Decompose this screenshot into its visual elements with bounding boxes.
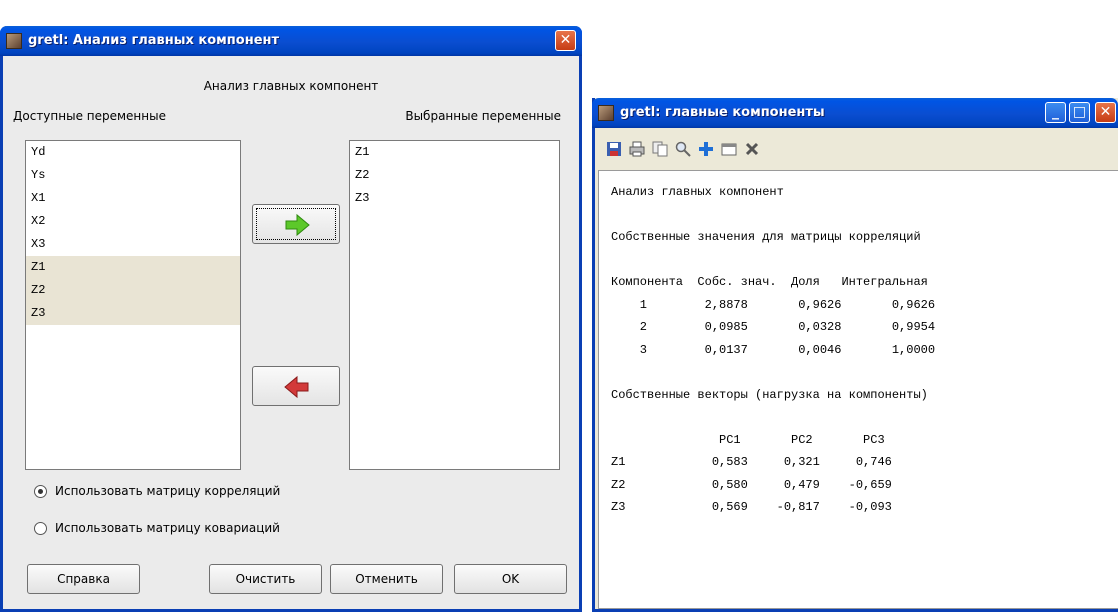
selected-item[interactable]: Z3 [350, 187, 559, 210]
add-variable-button[interactable] [252, 204, 340, 244]
find-icon[interactable] [674, 140, 692, 158]
output-line: Z1 0,583 0,321 0,746 [611, 455, 892, 469]
selected-variables-list[interactable]: Z1 Z2 Z3 [349, 140, 560, 470]
available-item[interactable]: Yd [26, 141, 240, 164]
arrow-right-icon [285, 213, 310, 237]
output-line: 2 0,0985 0,0328 0,9954 [611, 320, 936, 334]
output-line: 3 0,0137 0,0046 1,0000 [611, 342, 936, 357]
clear-button[interactable]: Очистить [209, 564, 322, 594]
help-button[interactable]: Справка [27, 564, 140, 594]
output-line: Компонента Собс. знач. Доля Интегральная [611, 275, 928, 289]
radio-covariance[interactable] [34, 522, 47, 535]
output-line: Z2 0,580 0,479 -0,659 [611, 477, 892, 492]
remove-variable-button[interactable] [252, 366, 340, 406]
close-icon[interactable]: ✕ [555, 30, 576, 51]
available-item[interactable]: X2 [26, 210, 240, 233]
radio-correlation[interactable] [34, 485, 47, 498]
cancel-button[interactable]: Отменить [330, 564, 443, 594]
gretl-app-icon [6, 33, 22, 49]
selected-item[interactable]: Z2 [350, 164, 559, 187]
add-icon[interactable] [697, 140, 715, 158]
output-title: gretl: главные компоненты [620, 105, 825, 120]
save-icon[interactable] [605, 140, 623, 158]
selected-label: Выбранные переменные [405, 109, 561, 123]
available-item[interactable]: Z2 [26, 279, 240, 302]
dialog-title: gretl: Анализ главных компонент [28, 33, 280, 48]
available-variables-list[interactable]: Yd Ys X1 X2 X3 Z1 Z2 Z3 [25, 140, 241, 470]
print-icon[interactable] [628, 140, 646, 158]
output-titlebar[interactable]: gretl: главные компоненты _ □ ✕ [592, 98, 1118, 128]
pca-dialog: gretl: Анализ главных компонент ✕ Анализ… [0, 26, 582, 612]
radio-correlation-label[interactable]: Использовать матрицу корреляций [55, 484, 280, 498]
maximize-icon[interactable]: □ [1069, 102, 1090, 123]
available-item[interactable]: X3 [26, 233, 240, 256]
minimize-icon[interactable]: _ [1045, 102, 1066, 123]
output-line: Собственные векторы (нагрузка на компоне… [611, 387, 928, 402]
gretl-app-icon [598, 105, 614, 121]
pca-output-window: gretl: главные компоненты _ □ ✕ Анализ г… [592, 98, 1118, 612]
available-label: Доступные переменные [13, 109, 166, 123]
available-item[interactable]: X1 [26, 187, 240, 210]
dialog-heading: Анализ главных компонент [203, 79, 379, 93]
output-line: Анализ главных компонент [611, 185, 784, 199]
output-line: Z3 0,569 -0,817 -0,093 [611, 500, 892, 514]
close-icon[interactable] [743, 140, 761, 158]
ok-button[interactable]: OK [454, 564, 567, 594]
window-icon[interactable] [720, 140, 738, 158]
available-item[interactable]: Z1 [26, 256, 240, 279]
radio-covariance-label[interactable]: Использовать матрицу ковариаций [55, 521, 280, 535]
arrow-left-icon [284, 375, 309, 399]
copy-icon[interactable] [651, 140, 669, 158]
window-close-icon[interactable]: ✕ [1095, 102, 1116, 123]
selected-item[interactable]: Z1 [350, 141, 559, 164]
available-item[interactable]: Z3 [26, 302, 240, 325]
output-line: PC1 PC2 PC3 [611, 432, 885, 447]
output-toolbar [595, 128, 1118, 170]
output-text-area[interactable]: Анализ главных компонент Собственные знач… [598, 170, 1118, 609]
available-item[interactable]: Ys [26, 164, 240, 187]
background-window-edge [0, 0, 590, 26]
output-line: 1 2,8878 0,9626 0,9626 [611, 297, 936, 312]
dialog-body: Анализ главных компонент Доступные перем… [3, 56, 579, 609]
dialog-titlebar[interactable]: gretl: Анализ главных компонент ✕ [0, 26, 582, 56]
output-line: Собственные значения для матрицы корреля… [611, 230, 921, 244]
